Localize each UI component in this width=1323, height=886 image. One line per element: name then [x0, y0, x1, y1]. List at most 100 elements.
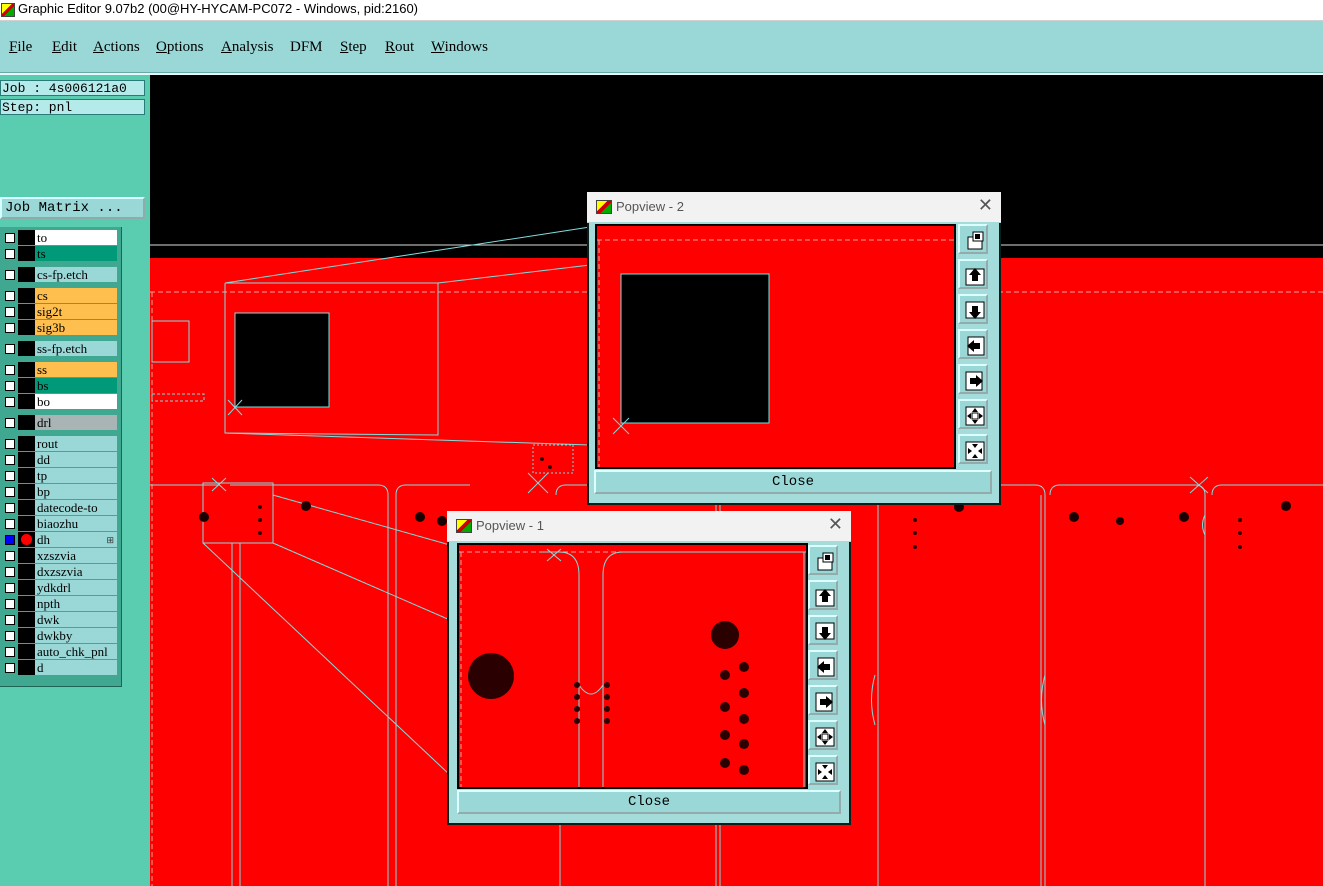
- layer-display-slot[interactable]: [18, 436, 35, 451]
- layer-checkbox[interactable]: [5, 344, 15, 354]
- layer-display-slot[interactable]: [18, 378, 35, 393]
- layer-checkbox[interactable]: [5, 397, 15, 407]
- layer-name[interactable]: to: [35, 230, 117, 245]
- zoom-out-button[interactable]: [958, 434, 988, 464]
- layer-display-slot[interactable]: [18, 516, 35, 531]
- layer-checkbox[interactable]: [5, 599, 15, 609]
- menu-dfm[interactable]: DFM: [290, 39, 323, 56]
- pan-down-button[interactable]: [808, 615, 838, 645]
- menu-file[interactable]: File: [9, 39, 32, 56]
- layer-display-slot[interactable]: [18, 341, 35, 356]
- pan-down-button[interactable]: [958, 294, 988, 324]
- layer-checkbox[interactable]: [5, 439, 15, 449]
- layer-display-slot[interactable]: [18, 564, 35, 579]
- layer-display-slot[interactable]: [18, 532, 35, 547]
- layer-name[interactable]: ss: [35, 362, 117, 377]
- menu-actions[interactable]: Actions: [93, 39, 140, 56]
- layer-checkbox[interactable]: [5, 631, 15, 641]
- layer-name[interactable]: bp: [35, 484, 117, 499]
- layer-display-slot[interactable]: [18, 660, 35, 675]
- layer-name[interactable]: cs: [35, 288, 117, 303]
- layer-name[interactable]: xzszvia: [35, 548, 117, 563]
- layer-row-auto_chk_pnl[interactable]: auto_chk_pnl: [1, 644, 119, 659]
- layer-row-dwk[interactable]: dwk: [1, 612, 119, 627]
- menu-edit[interactable]: Edit: [52, 39, 77, 56]
- layer-display-slot[interactable]: [18, 548, 35, 563]
- popview-1-titlebar[interactable]: Popview - 1 ✕: [447, 511, 851, 542]
- zoom-in-button[interactable]: [808, 720, 838, 750]
- layer-name[interactable]: drl: [35, 415, 117, 430]
- layer-name[interactable]: cs-fp.etch: [35, 267, 117, 282]
- layer-display-slot[interactable]: [18, 246, 35, 261]
- layer-display-slot[interactable]: [18, 596, 35, 611]
- zoom-out-button[interactable]: [808, 755, 838, 785]
- close-icon[interactable]: ✕: [978, 196, 993, 214]
- layer-name[interactable]: npth: [35, 596, 117, 611]
- layer-row-to[interactable]: to: [1, 230, 119, 245]
- layer-display-slot[interactable]: [18, 628, 35, 643]
- layer-name[interactable]: dd: [35, 452, 117, 467]
- layer-name[interactable]: auto_chk_pnl: [35, 644, 117, 659]
- layer-row-bp[interactable]: bp: [1, 484, 119, 499]
- job-matrix-button[interactable]: Job Matrix ...: [0, 197, 145, 219]
- layer-checkbox[interactable]: [5, 381, 15, 391]
- layer-display-slot[interactable]: [18, 394, 35, 409]
- layer-display-slot[interactable]: [18, 230, 35, 245]
- layer-checkbox[interactable]: [5, 503, 15, 513]
- layer-row-ss-fp.etch[interactable]: ss-fp.etch: [1, 341, 119, 356]
- layer-row-d[interactable]: d: [1, 660, 119, 675]
- popview-2-canvas[interactable]: [595, 224, 956, 469]
- layer-display-slot[interactable]: [18, 288, 35, 303]
- layer-row-cs-fp.etch[interactable]: cs-fp.etch: [1, 267, 119, 282]
- layer-name[interactable]: datecode-to: [35, 500, 117, 515]
- pan-up-button[interactable]: [808, 580, 838, 610]
- layer-name[interactable]: ts: [35, 246, 117, 261]
- layer-display-slot[interactable]: [18, 580, 35, 595]
- menu-step[interactable]: Step: [340, 39, 367, 56]
- layer-checkbox[interactable]: [5, 270, 15, 280]
- layer-checkbox[interactable]: [5, 323, 15, 333]
- layer-name[interactable]: d: [35, 660, 117, 675]
- layer-display-slot[interactable]: [18, 644, 35, 659]
- layer-row-sig3b[interactable]: sig3b: [1, 320, 119, 335]
- layer-checkbox[interactable]: [5, 583, 15, 593]
- layer-display-slot[interactable]: [18, 452, 35, 467]
- layer-name[interactable]: dxzszvia: [35, 564, 117, 579]
- layer-name[interactable]: dwkby: [35, 628, 117, 643]
- layer-name[interactable]: biaozhu: [35, 516, 117, 531]
- layer-name[interactable]: dh ⊞: [35, 532, 117, 547]
- close-icon[interactable]: ✕: [828, 515, 843, 533]
- layer-checkbox[interactable]: [5, 418, 15, 428]
- layer-name[interactable]: bo: [35, 394, 117, 409]
- layer-checkbox[interactable]: [5, 249, 15, 259]
- popview-2-titlebar[interactable]: Popview - 2 ✕: [587, 192, 1001, 223]
- pan-left-button[interactable]: [808, 650, 838, 680]
- layer-checkbox[interactable]: [5, 455, 15, 465]
- layer-row-datecode-to[interactable]: datecode-to: [1, 500, 119, 515]
- layer-checkbox[interactable]: [5, 567, 15, 577]
- layer-row-dxzszvia[interactable]: dxzszvia: [1, 564, 119, 579]
- layer-row-xzszvia[interactable]: xzszvia: [1, 548, 119, 563]
- layer-name[interactable]: dwk: [35, 612, 117, 627]
- layer-display-slot[interactable]: [18, 304, 35, 319]
- pan-up-button[interactable]: [958, 259, 988, 289]
- popview-1-close-button[interactable]: Close: [457, 790, 841, 814]
- layer-row-sig2t[interactable]: sig2t: [1, 304, 119, 319]
- layer-name[interactable]: sig2t: [35, 304, 117, 319]
- layer-checkbox[interactable]: [5, 365, 15, 375]
- layer-row-npth[interactable]: npth: [1, 596, 119, 611]
- popview-1-canvas[interactable]: [457, 543, 808, 789]
- layer-checkbox[interactable]: [5, 535, 15, 545]
- layer-row-ydkdrl[interactable]: ydkdrl: [1, 580, 119, 595]
- layer-display-slot[interactable]: [18, 484, 35, 499]
- layer-checkbox[interactable]: [5, 519, 15, 529]
- layer-checkbox[interactable]: [5, 647, 15, 657]
- menu-analysis[interactable]: Analysis: [221, 39, 274, 56]
- pan-right-button[interactable]: [958, 364, 988, 394]
- layer-row-biaozhu[interactable]: biaozhu: [1, 516, 119, 531]
- layer-row-dh[interactable]: dh ⊞: [1, 532, 119, 547]
- menu-windows[interactable]: Windows: [431, 39, 488, 56]
- layer-row-cs[interactable]: cs: [1, 288, 119, 303]
- layer-name[interactable]: ss-fp.etch: [35, 341, 117, 356]
- layer-display-slot[interactable]: [18, 612, 35, 627]
